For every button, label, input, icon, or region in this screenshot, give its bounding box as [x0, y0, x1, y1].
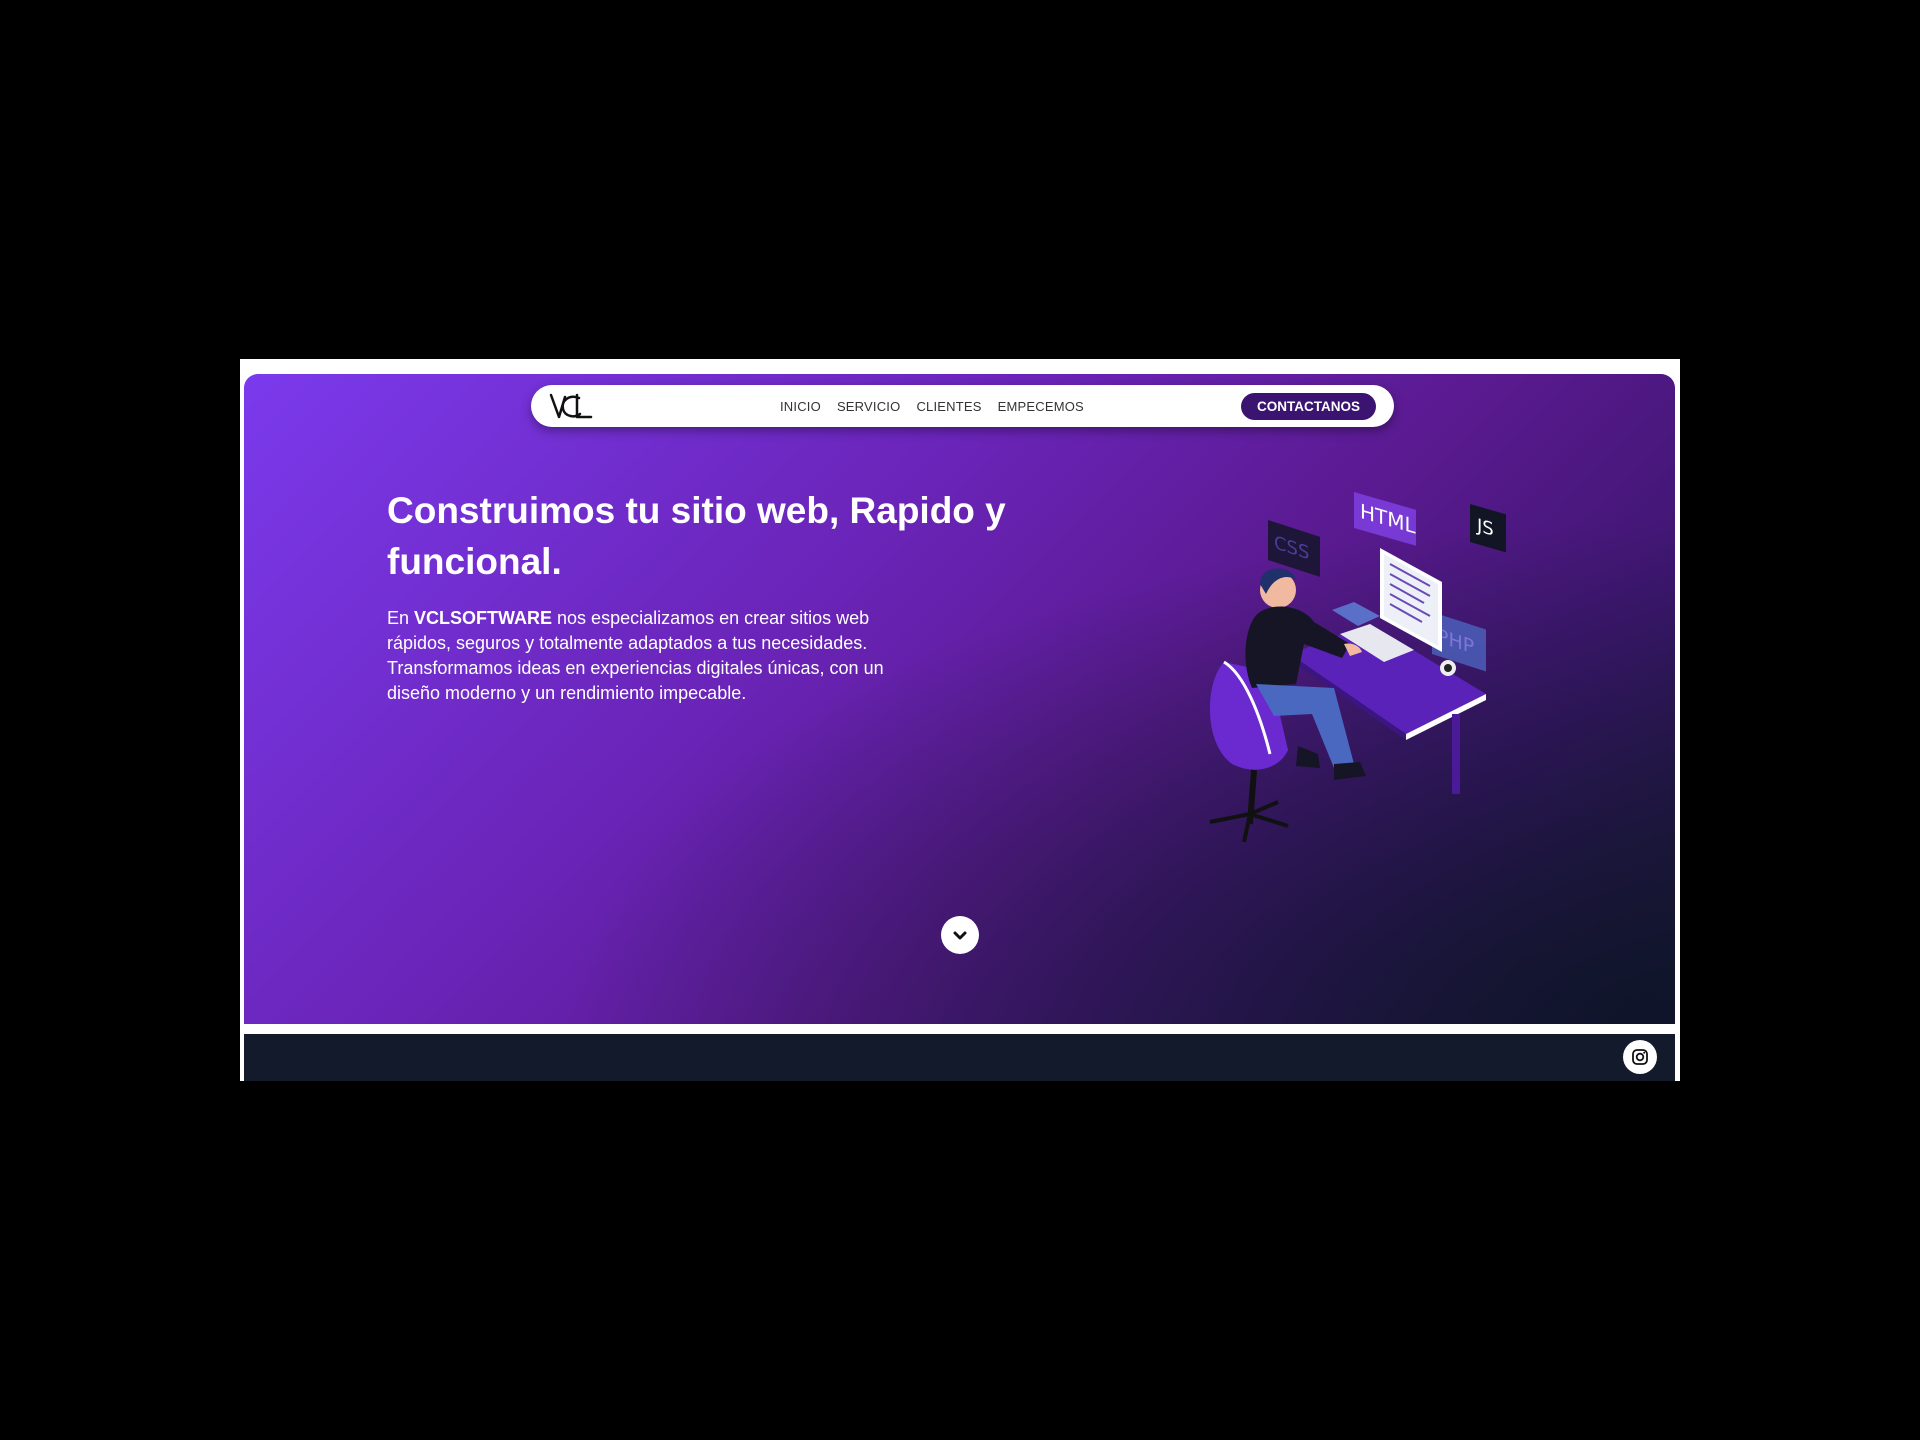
instagram-icon [1632, 1049, 1648, 1065]
footer-bar [244, 1034, 1675, 1081]
developer-illustration: HTML JS CSS PHP [1209, 492, 1506, 843]
nav-link-inicio[interactable]: INICIO [780, 399, 821, 414]
css-tag: CSS [1268, 520, 1320, 577]
nav-link-clientes[interactable]: CLIENTES [916, 399, 981, 414]
brand-name: VCLSOFTWARE [414, 608, 553, 628]
html-tag: HTML [1354, 492, 1416, 546]
nav-links: INICIO SERVICIO CLIENTES EMPECEMOS [780, 385, 1084, 427]
nav-link-empecemos[interactable]: EMPECEMOS [998, 399, 1084, 414]
instagram-button[interactable] [1623, 1040, 1657, 1074]
hero-title-line1: Construimos tu sitio web, Rapido y [387, 490, 1006, 531]
hero-text-line2: Transformamos ideas en experiencias digi… [387, 658, 884, 703]
hero-section: INICIO SERVICIO CLIENTES EMPECEMOS CONTA… [244, 374, 1675, 1024]
vcl-logo[interactable] [549, 391, 593, 421]
contact-button[interactable]: CONTACTANOS [1241, 393, 1376, 420]
chevron-down-icon [953, 931, 967, 940]
hero-description: En VCLSOFTWARE nos especializamos en cre… [387, 606, 887, 706]
hero-text-prefix: En [387, 608, 415, 628]
js-tag: JS [1470, 504, 1506, 553]
navbar: INICIO SERVICIO CLIENTES EMPECEMOS CONTA… [531, 385, 1394, 427]
hero-title-line2: funcional. [387, 541, 562, 582]
browser-frame: INICIO SERVICIO CLIENTES EMPECEMOS CONTA… [240, 359, 1680, 1081]
hero-title: Construimos tu sitio web, Rapido y funci… [387, 485, 1067, 587]
nav-link-servicio[interactable]: SERVICIO [837, 399, 901, 414]
scroll-down-button[interactable] [941, 916, 979, 954]
